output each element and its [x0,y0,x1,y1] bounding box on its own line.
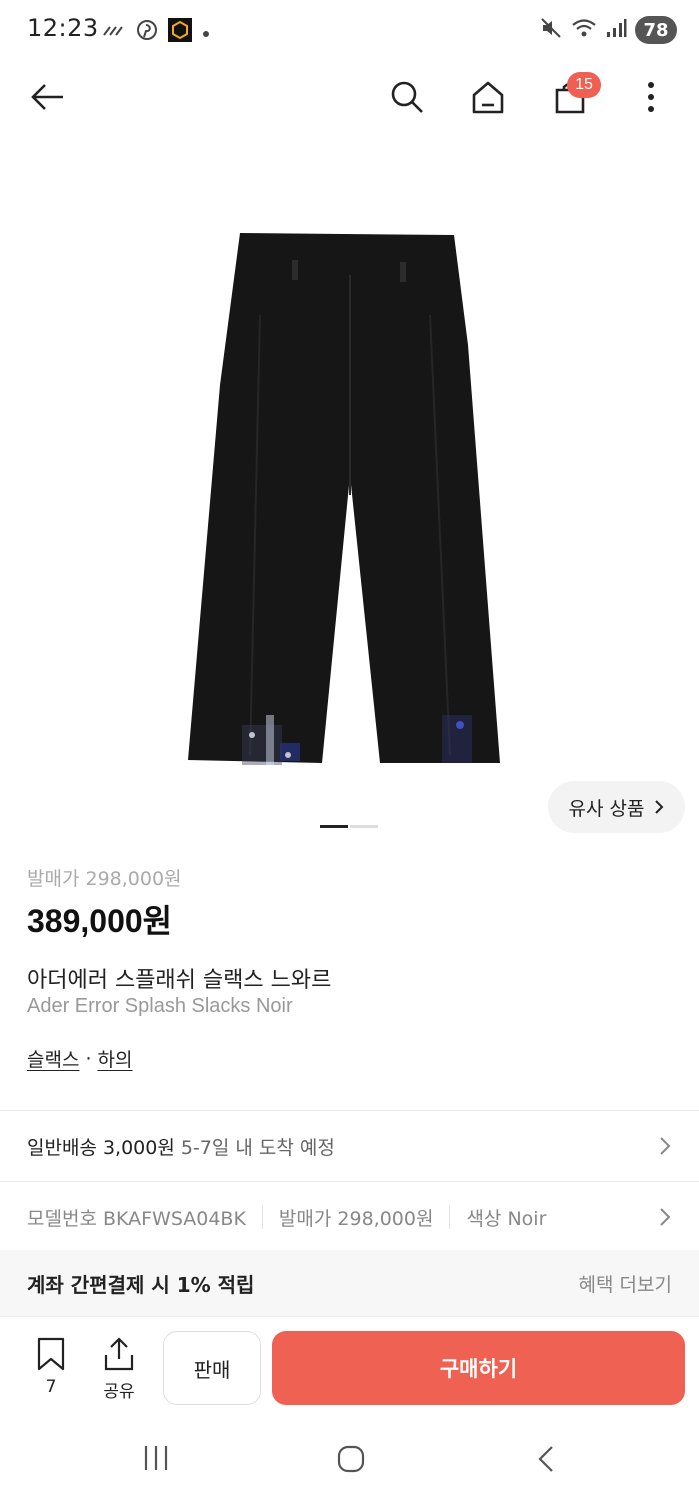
recent-apps-button[interactable] [142,1444,170,1476]
buy-button[interactable]: 구매하기 [272,1331,685,1405]
home-icon [472,81,504,114]
carousel-indicator-inactive [350,825,378,828]
status-system-icons: 78 [539,16,677,44]
search-icon [391,81,423,113]
mute-icon [539,16,563,44]
category-link-bottoms[interactable]: 하의 [98,1045,133,1072]
category-links: 슬랙스 · 하의 [27,1045,132,1072]
product-image-pants [187,233,500,765]
similar-products-button[interactable]: 유사 상품 [548,781,685,833]
share-icon [104,1337,134,1371]
cast-lines-icon [102,21,126,43]
carousel-indicator-active [320,825,348,828]
benefit-more-link[interactable]: 혜택 더보기 [579,1270,672,1297]
more-options-button[interactable] [630,76,672,118]
dot-icon [202,23,210,42]
delivery-eta: 5-7일 내 도착 예정 [180,1136,335,1159]
arrow-left-icon [31,84,63,110]
more-vertical-icon [648,82,654,112]
bottom-action-bar: 7 공유 판매 구매하기 [0,1316,699,1416]
carousel-indicator [320,825,378,828]
bookmark-button[interactable]: 7 [30,1337,72,1397]
product-name-korean: 아더에러 스플래쉬 슬랙스 느와르 [27,968,332,993]
status-notification-icons [102,18,210,46]
sell-button[interactable]: 판매 [163,1331,261,1405]
back-button[interactable] [26,76,68,118]
section-divider [0,1181,699,1182]
benefit-banner[interactable]: 계좌 간편결제 시 1% 적립 혜택 더보기 [0,1250,699,1316]
spec-release-price: 발매가 298,000원 [278,1207,434,1230]
share-button[interactable]: 공유 [98,1337,140,1402]
chevron-left-icon [538,1446,553,1472]
category-separator: · [85,1047,92,1070]
delivery-method: 일반배송 3,000원 [27,1136,175,1159]
cart-count-badge: 15 [567,72,601,98]
similar-products-label: 유사 상품 [568,797,645,820]
spec-separator [261,1205,263,1229]
spec-color: 색상 Noir [466,1207,547,1230]
sell-label: 판매 [193,1357,231,1382]
category-link-slacks[interactable]: 슬랙스 [27,1045,79,1072]
hexagon-app-icon [168,18,192,46]
home-circle-icon [337,1445,365,1473]
bookmark-count: 7 [45,1377,57,1397]
signal-icon [605,17,627,43]
top-app-bar: 15 [0,62,699,132]
system-navigation-bar [0,1416,699,1500]
battery-indicator: 78 [635,16,677,44]
benefit-title: 계좌 간편결제 시 1% 적립 [27,1272,255,1297]
status-bar: 12:23 78 [0,0,699,62]
chevron-right-icon [660,1137,671,1155]
cart-button[interactable]: 15 [549,72,601,118]
recent-apps-icon [144,1446,168,1470]
search-button[interactable] [386,76,428,118]
bookmark-icon [37,1337,65,1371]
pinterest-icon [136,19,158,45]
chevron-right-icon [655,800,664,814]
model-number: 모델번호 BKAFWSA04BK [27,1207,246,1230]
buy-label: 구매하기 [439,1357,518,1381]
spec-separator [449,1205,451,1229]
product-name-english: Ader Error Splash Slacks Noir [27,995,293,1017]
home-button[interactable] [467,76,509,118]
status-time: 12:23 [27,14,99,42]
release-price: 발매가 298,000원 [27,868,182,890]
system-home-button[interactable] [336,1444,366,1478]
system-back-button[interactable] [536,1444,556,1478]
section-divider [0,1110,699,1111]
current-price: 389,000원 [27,903,173,939]
share-label: 공유 [103,1382,135,1402]
delivery-info-row[interactable]: 일반배송 3,000원 5-7일 내 도착 예정 [0,1112,699,1180]
product-spec-row[interactable]: 모델번호 BKAFWSA04BK 발매가 298,000원 색상 Noir [0,1183,699,1251]
product-image-carousel[interactable] [0,160,699,810]
wifi-icon [571,17,597,43]
chevron-right-icon [660,1208,671,1226]
